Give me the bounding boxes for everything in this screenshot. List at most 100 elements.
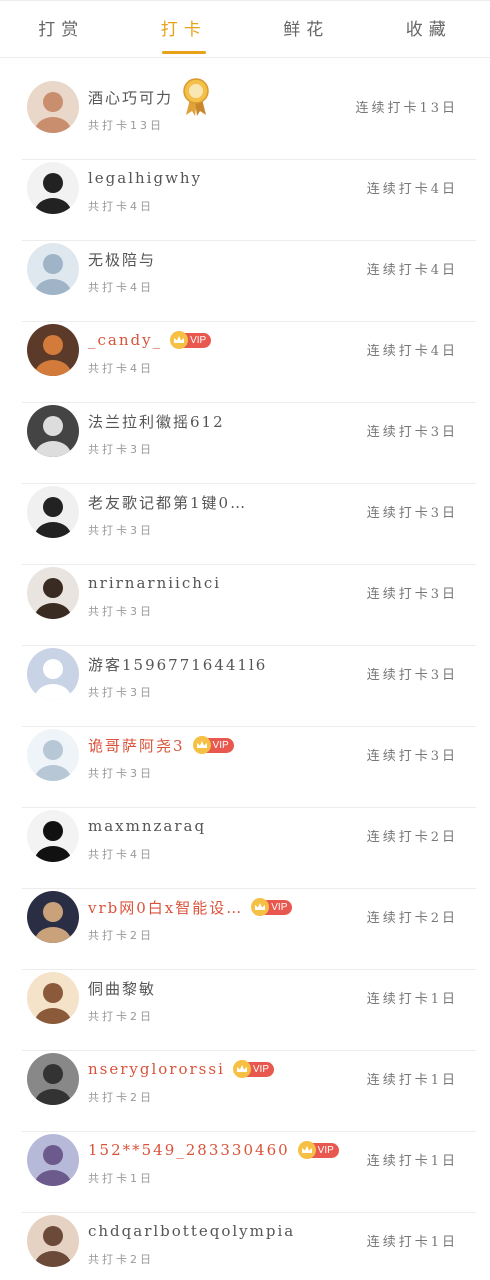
list-item[interactable]: 游客15967716441l6 共打卡3日 连续打卡3日 (0, 646, 490, 727)
user-name[interactable]: 无极陪与 (88, 249, 156, 270)
consecutive-checkin-days: 连续打卡3日 (366, 668, 458, 683)
tab-tip[interactable]: 打赏 (0, 1, 123, 57)
list-item[interactable]: legalhigwhy 共打卡4日 连续打卡4日 (0, 160, 490, 241)
avatar[interactable] (27, 648, 79, 700)
name-line: 152**549_283330460 VIP (88, 1138, 339, 1162)
list-item[interactable]: nseryglororssi VIP 共打卡2日 连续打卡1日 (0, 1051, 490, 1132)
name-line: nseryglororssi VIP (88, 1057, 274, 1081)
user-name[interactable]: nrirnarniichci (88, 574, 221, 592)
user-name[interactable]: 酒心巧可力 (88, 87, 173, 108)
list-item[interactable]: 酒心巧可力共打卡13日 连续打卡13日 (0, 78, 490, 160)
avatar[interactable] (27, 162, 79, 214)
name-line: chdqarlbotteqolympia (88, 1219, 295, 1243)
total-checkin-days: 共打卡2日 (88, 1010, 154, 1023)
user-name[interactable]: chdqarlbotteqolympia (88, 1222, 295, 1240)
avatar[interactable] (27, 729, 79, 781)
consecutive-checkin-days: 连续打卡3日 (366, 425, 458, 440)
user-name[interactable]: 游客15967716441l6 (88, 654, 267, 675)
consecutive-checkin-days: 连续打卡3日 (366, 749, 458, 764)
vip-badge: VIP (232, 1060, 274, 1078)
user-name[interactable]: 老友歌记都第1键0… (88, 492, 247, 513)
total-checkin-days: 共打卡2日 (88, 929, 154, 942)
consecutive-checkin-days: 连续打卡4日 (366, 263, 458, 278)
total-checkin-days: 共打卡4日 (88, 848, 154, 861)
total-checkin-days: 共打卡4日 (88, 281, 154, 294)
total-checkin-days: 共打卡2日 (88, 1253, 154, 1266)
user-name[interactable]: maxmnzaraq (88, 817, 206, 835)
name-line: vrb网0白x智能设… VIP (88, 895, 293, 919)
tab-bar: 打赏 打卡 鲜花 收藏 (0, 0, 490, 58)
avatar[interactable] (27, 486, 79, 538)
avatar[interactable] (27, 243, 79, 295)
vip-badge: VIP (192, 736, 234, 754)
total-checkin-days: 共打卡2日 (88, 1091, 154, 1104)
avatar[interactable] (27, 324, 79, 376)
crown-icon (232, 1060, 251, 1078)
consecutive-checkin-days: 连续打卡13日 (355, 101, 458, 116)
total-checkin-days: 共打卡3日 (88, 605, 154, 618)
list-item[interactable]: 诡哥萨阿尧3 VIP 共打卡3日 连续打卡3日 (0, 727, 490, 808)
list-item[interactable]: chdqarlbotteqolympia 共打卡2日 连续打卡1日 (0, 1213, 490, 1280)
name-line: maxmnzaraq (88, 814, 206, 838)
consecutive-checkin-days: 连续打卡2日 (366, 830, 458, 845)
name-line: legalhigwhy (88, 166, 202, 190)
name-line: 侗曲黎敏 (88, 976, 156, 1000)
user-name[interactable]: 152**549_283330460 (88, 1141, 290, 1159)
vip-badge: VIP (251, 898, 293, 916)
avatar[interactable] (27, 891, 79, 943)
list-item[interactable]: 法兰拉利徽摇612 共打卡3日 连续打卡3日 (0, 403, 490, 484)
list-item[interactable]: 老友歌记都第1键0… 共打卡3日 连续打卡3日 (0, 484, 490, 565)
total-checkin-days: 共打卡3日 (88, 767, 154, 780)
consecutive-checkin-days: 连续打卡1日 (366, 1073, 458, 1088)
name-line: 诡哥萨阿尧3 VIP (88, 733, 234, 757)
crown-icon (192, 736, 211, 754)
avatar[interactable] (27, 1053, 79, 1105)
total-checkin-days: 共打卡3日 (88, 686, 154, 699)
total-checkin-days: 共打卡4日 (88, 362, 154, 375)
consecutive-checkin-days: 连续打卡3日 (366, 587, 458, 602)
avatar[interactable] (27, 810, 79, 862)
name-line: 酒心巧可力 (88, 78, 211, 116)
user-name[interactable]: _candy_ (88, 331, 162, 349)
avatar[interactable] (27, 1134, 79, 1186)
list-item[interactable]: maxmnzaraq 共打卡4日 连续打卡2日 (0, 808, 490, 889)
list-item[interactable]: 152**549_283330460 VIP 共打卡1日 连续打卡1日 (0, 1132, 490, 1213)
consecutive-checkin-days: 连续打卡4日 (366, 344, 458, 359)
avatar[interactable] (27, 1215, 79, 1267)
crown-icon (170, 331, 189, 349)
consecutive-checkin-days: 连续打卡4日 (366, 182, 458, 197)
name-line: nrirnarniichci (88, 571, 221, 595)
user-name[interactable]: nseryglororssi (88, 1060, 225, 1078)
name-line: _candy_ VIP (88, 328, 212, 352)
user-name[interactable]: 侗曲黎敏 (88, 978, 156, 999)
list-item[interactable]: 无极陪与共打卡4日 连续打卡4日 (0, 241, 490, 322)
avatar[interactable] (27, 972, 79, 1024)
medal-icon (181, 77, 211, 117)
total-checkin-days: 共打卡3日 (88, 443, 154, 456)
list-item[interactable]: _candy_ VIP 共打卡4日 连续打卡4日 (0, 322, 490, 403)
name-line: 游客15967716441l6 (88, 652, 267, 676)
avatar[interactable] (27, 81, 79, 133)
avatar[interactable] (27, 567, 79, 619)
tab-favorites[interactable]: 收藏 (368, 1, 490, 57)
tab-flowers[interactable]: 鲜花 (245, 1, 368, 57)
list-item[interactable]: 侗曲黎敏共打卡2日 连续打卡1日 (0, 970, 490, 1051)
name-line: 老友歌记都第1键0… (88, 490, 247, 514)
tab-checkin[interactable]: 打卡 (123, 1, 246, 57)
consecutive-checkin-days: 连续打卡1日 (366, 992, 458, 1007)
total-checkin-days: 共打卡3日 (88, 524, 154, 537)
total-checkin-days: 共打卡13日 (88, 119, 164, 132)
user-name[interactable]: 法兰拉利徽摇612 (88, 411, 225, 432)
user-name[interactable]: 诡哥萨阿尧3 (88, 735, 185, 756)
total-checkin-days: 共打卡1日 (88, 1172, 154, 1185)
crown-icon (297, 1141, 316, 1159)
avatar[interactable] (27, 405, 79, 457)
user-name[interactable]: vrb网0白x智能设… (88, 897, 243, 918)
vip-badge: VIP (170, 331, 212, 349)
consecutive-checkin-days: 连续打卡3日 (366, 506, 458, 521)
list-item[interactable]: vrb网0白x智能设… VIP 共打卡2日 连续打卡2日 (0, 889, 490, 970)
name-line: 法兰拉利徽摇612 (88, 409, 225, 433)
consecutive-checkin-days: 连续打卡2日 (366, 911, 458, 926)
list-item[interactable]: nrirnarniichci 共打卡3日 连续打卡3日 (0, 565, 490, 646)
user-name[interactable]: legalhigwhy (88, 169, 202, 187)
